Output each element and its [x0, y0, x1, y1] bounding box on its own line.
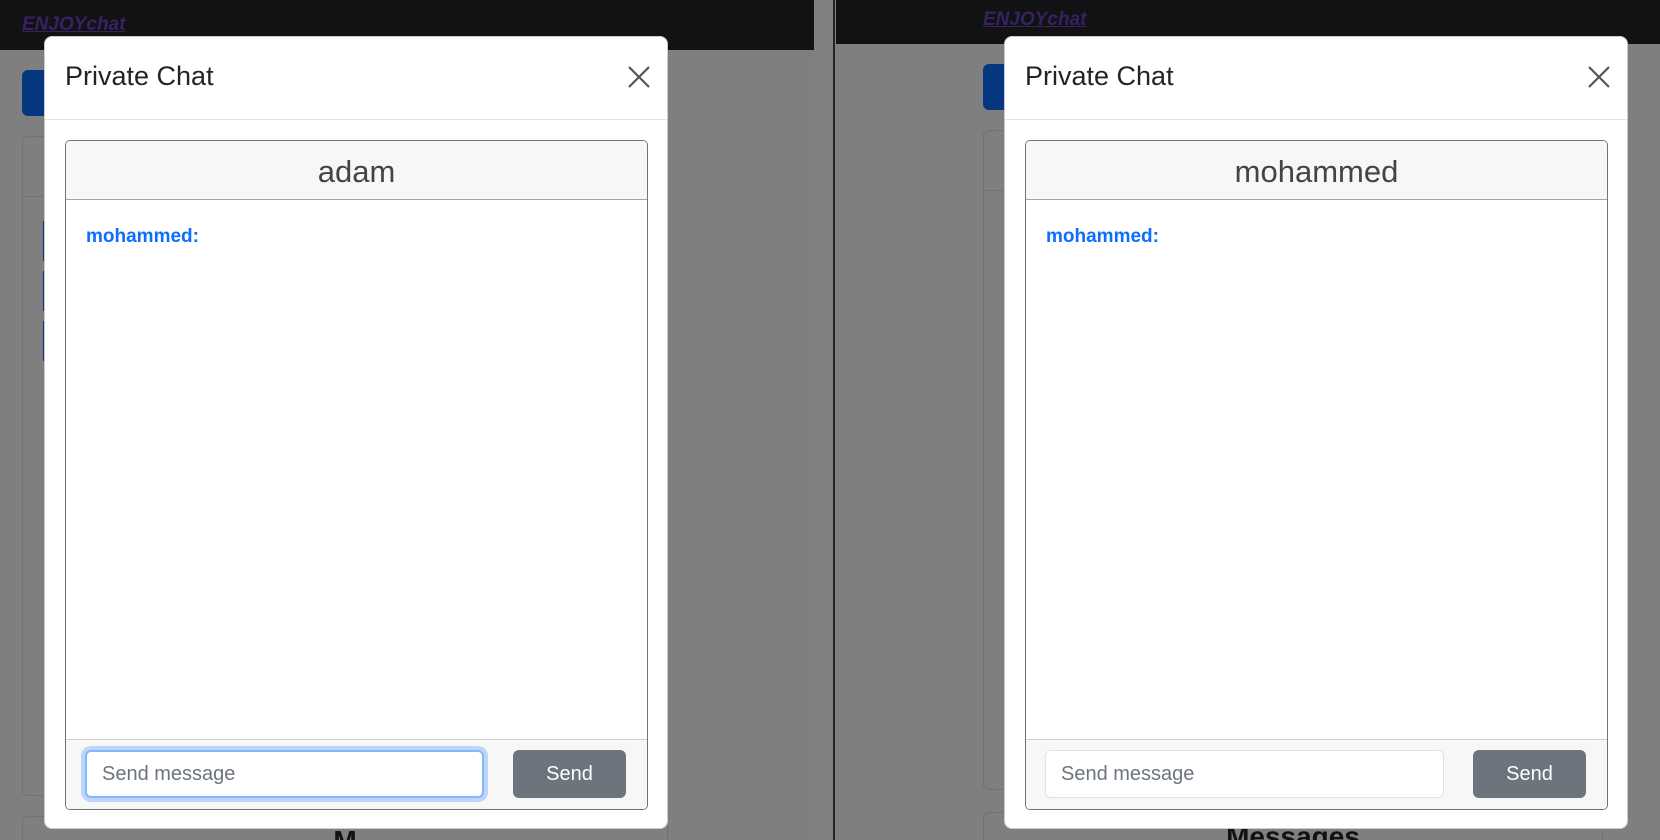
- chat-box: adam mohammed: Send: [65, 140, 648, 810]
- browser-window-left: ENJOYchat M Private Chat adam mohammed:: [0, 0, 814, 840]
- chat-partner-header: adam: [66, 141, 647, 200]
- chat-partner-name: adam: [317, 154, 396, 189]
- chat-footer: Send: [1026, 739, 1607, 809]
- message-input[interactable]: [1045, 750, 1444, 798]
- send-button[interactable]: Send: [513, 750, 626, 798]
- message-sender: mohammed:: [1046, 226, 1159, 247]
- send-button[interactable]: Send: [1473, 750, 1586, 798]
- chat-messages: mohammed:: [66, 200, 647, 740]
- close-button[interactable]: [1585, 63, 1613, 91]
- chat-footer: Send: [66, 739, 647, 809]
- close-icon: [1588, 66, 1610, 88]
- chat-partner-name: mohammed: [1234, 154, 1399, 189]
- browser-window-right: ENJOYchat Messages Private Chat mohammed…: [836, 0, 1660, 840]
- modal-header: Private Chat: [1005, 37, 1627, 120]
- chat-messages: mohammed:: [1026, 200, 1607, 740]
- window-divider-line: [833, 0, 835, 840]
- modal-title: Private Chat: [65, 61, 214, 91]
- modal-title: Private Chat: [1025, 61, 1174, 91]
- close-button[interactable]: [625, 63, 653, 91]
- close-icon: [628, 66, 650, 88]
- chat-box: mohammed mohammed: Send: [1025, 140, 1608, 810]
- message-input[interactable]: [85, 750, 484, 798]
- private-chat-modal: Private Chat mohammed mohammed: Send: [1004, 36, 1628, 829]
- private-chat-modal: Private Chat adam mohammed: Send: [44, 36, 668, 829]
- chat-partner-header: mohammed: [1026, 141, 1607, 200]
- modal-header: Private Chat: [45, 37, 667, 120]
- message-sender: mohammed:: [86, 226, 199, 247]
